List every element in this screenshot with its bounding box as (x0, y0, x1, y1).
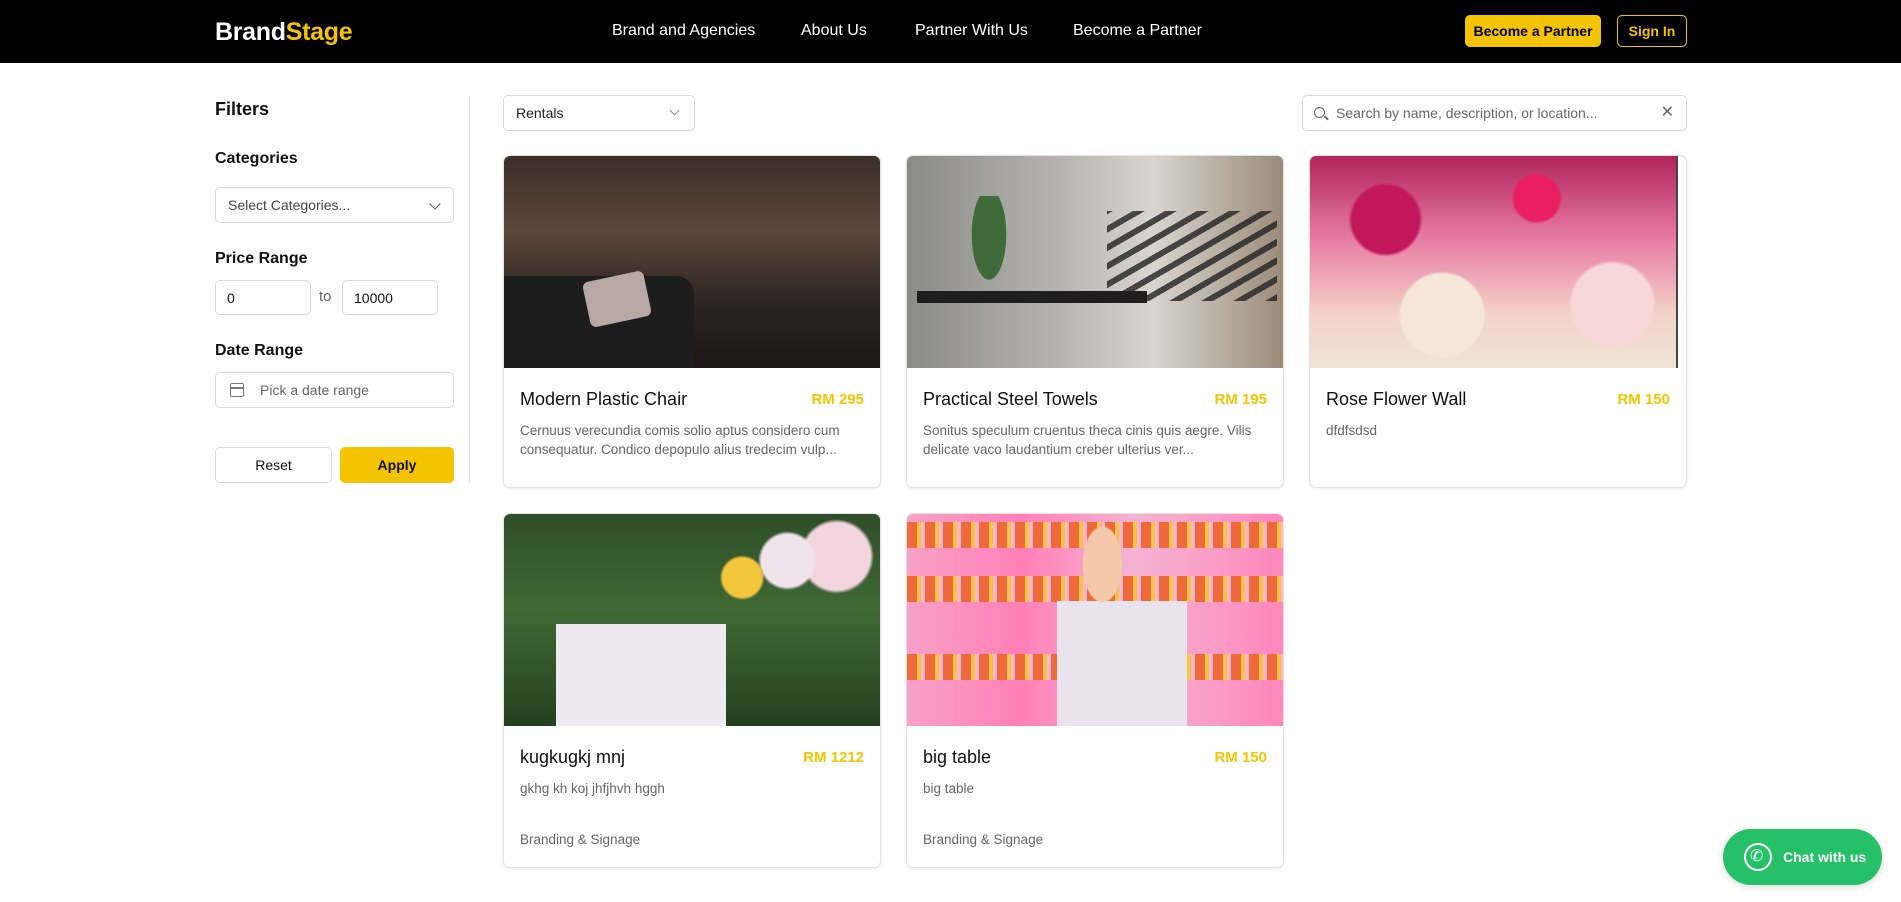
chat-with-us-button[interactable]: Chat with us (1723, 829, 1882, 885)
listing-image (504, 156, 880, 368)
listing-card[interactable]: big table RM 150 big table Branding & Si… (906, 513, 1284, 868)
categories-label: Categories (215, 150, 298, 167)
image-detail (1676, 156, 1686, 368)
listing-description: Sonitus speculum cruentus theca cinis qu… (923, 423, 1252, 457)
listing-title: big table (923, 747, 992, 767)
listing-category: Branding & Signage (520, 832, 641, 847)
listing-description: Cernuus verecundia comis solio aptus con… (520, 423, 840, 457)
apply-button[interactable]: Apply (340, 447, 454, 483)
price-max-input[interactable]: 10000 (342, 280, 438, 315)
listing-price: RM 1212 (803, 749, 864, 766)
listing-type-value: Rentals (516, 105, 564, 121)
image-detail (917, 291, 1147, 303)
date-range-placeholder: Pick a date range (260, 382, 369, 398)
top-navbar: BrandStage Brand and Agencies About Us P… (0, 0, 1901, 63)
image-detail (1057, 524, 1187, 726)
listing-card[interactable]: Rose Flower Wall RM 150 dfdfsdsd (1309, 155, 1687, 488)
date-range-label: Date Range (215, 342, 304, 359)
listing-title: kugkugkj mnj (520, 747, 626, 767)
brand-logo[interactable]: BrandStage (215, 18, 353, 47)
listing-description: gkhg kh koj jhfjhvh hggh (520, 781, 665, 796)
listing-price: RM 195 (1214, 391, 1267, 408)
listing-price: RM 295 (811, 391, 864, 408)
chat-label: Chat with us (1783, 849, 1867, 865)
chevron-down-icon (669, 105, 680, 116)
listing-category: Branding & Signage (923, 832, 1044, 847)
price-range-label: Price Range (215, 250, 308, 267)
brand-logo-part1: Brand (215, 18, 286, 46)
categories-placeholder: Select Categories... (228, 197, 351, 213)
price-to-label: to (319, 288, 332, 305)
listing-card[interactable]: Practical Steel Towels RM 195 Sonitus sp… (906, 155, 1284, 488)
listing-image (907, 514, 1283, 726)
nav-link-partner-with-us[interactable]: Partner With Us (915, 22, 1028, 40)
listing-type-select[interactable]: Rentals (503, 95, 695, 131)
chevron-down-icon (429, 198, 441, 210)
whatsapp-icon (1744, 843, 1772, 871)
listing-price: RM 150 (1214, 749, 1267, 766)
listing-title: Rose Flower Wall (1326, 389, 1467, 409)
sign-in-button[interactable]: Sign In (1617, 15, 1687, 47)
search-icon (1314, 107, 1325, 118)
categories-select[interactable]: Select Categories... (215, 187, 454, 223)
listing-description: big table (923, 781, 975, 796)
brand-logo-part2: Stage (285, 18, 353, 46)
sidebar-divider (469, 95, 470, 483)
listing-image (504, 514, 880, 726)
listing-title: Practical Steel Towels (923, 389, 1098, 409)
listing-title: Modern Plastic Chair (520, 389, 688, 409)
close-icon[interactable]: ✕ (1661, 105, 1674, 121)
listing-card[interactable]: kugkugkj mnj RM 1212 gkhg kh koj jhfjhvh… (503, 513, 881, 868)
image-detail (967, 196, 1011, 292)
nav-link-brand-and-agencies[interactable]: Brand and Agencies (612, 22, 755, 40)
listing-description: dfdfsdsd (1326, 423, 1378, 438)
search-input[interactable]: Search by name, description, or location… (1302, 95, 1687, 131)
image-detail (556, 624, 726, 726)
nav-link-become-a-partner[interactable]: Become a Partner (1073, 22, 1202, 40)
listing-image (1310, 156, 1686, 368)
listing-price: RM 150 (1617, 391, 1670, 408)
date-range-picker[interactable]: Pick a date range (215, 372, 454, 408)
become-partner-button[interactable]: Become a Partner (1465, 15, 1601, 47)
nav-link-about-us[interactable]: About Us (801, 22, 867, 40)
price-min-input[interactable]: 0 (215, 280, 311, 315)
reset-button[interactable]: Reset (215, 447, 332, 483)
listing-card[interactable]: Modern Plastic Chair RM 295 Cernuus vere… (503, 155, 881, 488)
listing-image (907, 156, 1283, 368)
filters-heading: Filters (215, 99, 270, 119)
image-detail (1107, 211, 1277, 301)
calendar-icon (230, 383, 244, 397)
search-placeholder: Search by name, description, or location… (1336, 105, 1598, 121)
